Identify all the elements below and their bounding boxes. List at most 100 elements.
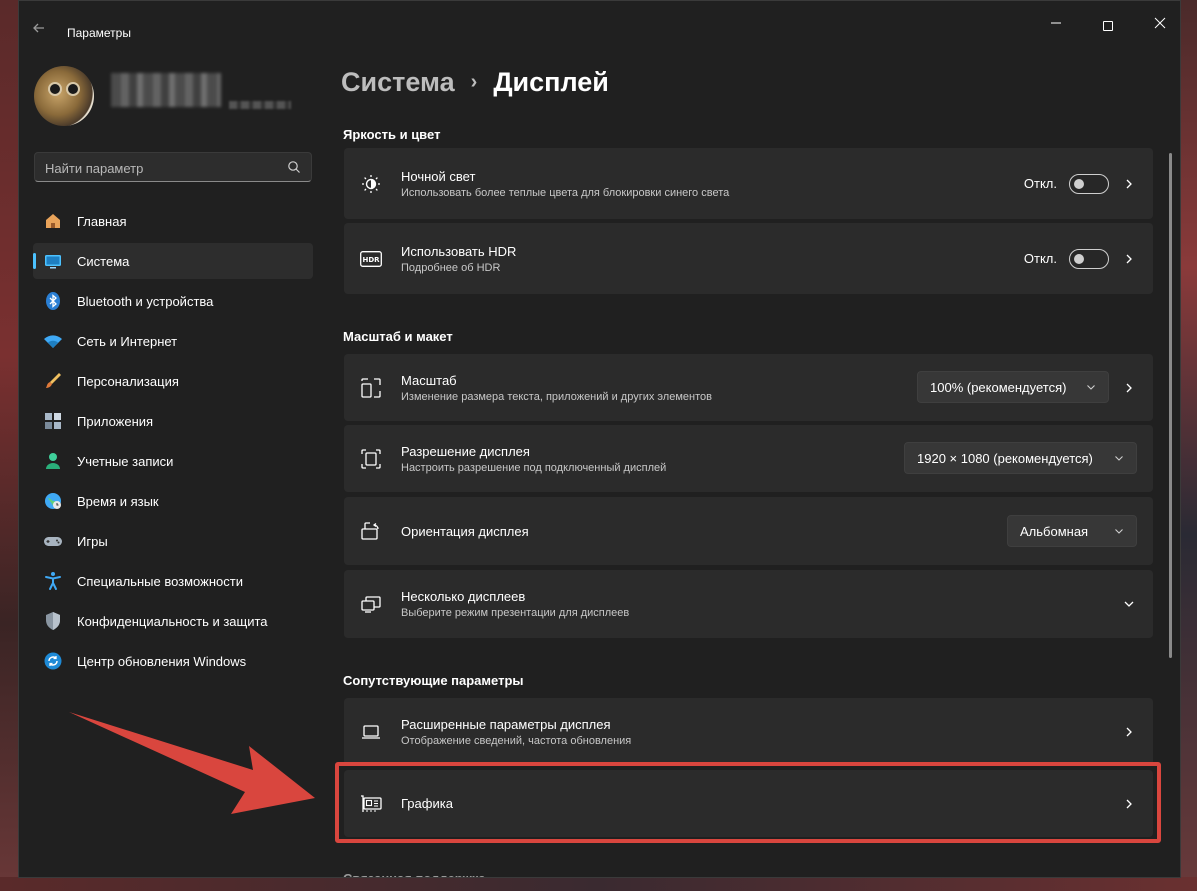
sidebar-item-personalization[interactable]: Персонализация (33, 363, 313, 399)
night-light-card[interactable]: Ночной свет Использовать более теплые цв… (344, 148, 1153, 219)
hdr-icon: HDR (360, 248, 382, 270)
section-title-related-support: Связанная поддержка (343, 870, 486, 877)
chevron-right-icon[interactable] (1123, 253, 1135, 265)
sidebar-item-system[interactable]: Система (33, 243, 313, 279)
sidebar-item-network[interactable]: Сеть и Интернет (33, 323, 313, 359)
orientation-card[interactable]: Ориентация дисплея Альбомная (344, 497, 1153, 565)
maximize-button[interactable] (1093, 11, 1123, 39)
multiple-displays-text: Несколько дисплеев Выберите режим презен… (401, 589, 629, 619)
user-avatar[interactable] (34, 66, 94, 126)
sidebar-item-bluetooth[interactable]: Bluetooth и устройства (33, 283, 313, 319)
orientation-title: Ориентация дисплея (401, 523, 529, 539)
advanced-display-subtitle: Отображение сведений, частота обновления (401, 734, 632, 747)
orientation-text: Ориентация дисплея (401, 524, 529, 539)
resolution-dropdown[interactable]: 1920 × 1080 (рекомендуется) (904, 442, 1137, 474)
scale-card[interactable]: Масштаб Изменение размера текста, прилож… (344, 354, 1153, 421)
orientation-dropdown-value: Альбомная (1020, 523, 1089, 539)
title-bar: Параметры (19, 1, 1180, 49)
orientation-icon (360, 520, 382, 542)
gamepad-icon (43, 531, 63, 551)
breadcrumb-separator: › (470, 71, 478, 93)
multiple-displays-title: Несколько дисплеев (401, 589, 526, 604)
bluetooth-icon (43, 291, 63, 311)
apps-icon (43, 411, 63, 431)
scrollbar[interactable] (1169, 153, 1172, 658)
sidebar-item-apps[interactable]: Приложения (33, 403, 313, 439)
hdr-subtitle[interactable]: Подробнее об HDR (401, 262, 516, 274)
laptop-icon (360, 721, 382, 743)
chevron-down-icon (1115, 456, 1123, 461)
graphics-text: Графика (401, 796, 453, 811)
scale-text: Масштаб Изменение размера текста, прилож… (401, 373, 712, 403)
multiple-displays-subtitle: Выберите режим презентации для дисплеев (401, 607, 630, 619)
svg-text:HDR: HDR (362, 256, 380, 264)
globe-icon (43, 491, 63, 511)
night-light-state: Откл. (1023, 176, 1057, 191)
close-button[interactable] (1145, 11, 1175, 39)
advanced-display-card[interactable]: Расширенные параметры дисплея Отображени… (344, 698, 1153, 765)
resolution-subtitle: Настроить разрешение под подключенный ди… (401, 461, 667, 474)
graphics-card[interactable]: Графика (344, 770, 1153, 837)
minimize-button[interactable] (1041, 11, 1071, 39)
section-title-brightness: Яркость и цвет (343, 127, 441, 142)
chevron-right-icon[interactable] (1123, 382, 1135, 394)
section-title-related: Сопутствующие параметры (343, 673, 524, 688)
shield-icon (43, 611, 63, 631)
search-box[interactable] (34, 152, 312, 182)
sidebar-item-home[interactable]: Главная (33, 203, 313, 239)
sidebar-nav: Главная Система Bluetooth и устройства С… (33, 203, 313, 683)
annotation-arrow (69, 712, 315, 814)
chevron-down-icon[interactable] (1123, 598, 1135, 610)
hdr-title: Использовать HDR (401, 243, 517, 259)
resolution-card[interactable]: Разрешение дисплея Настроить разрешение … (344, 425, 1153, 492)
resolution-title: Разрешение дисплея (401, 443, 530, 459)
night-light-title: Ночной свет (401, 168, 476, 184)
sidebar-item-gaming[interactable]: Игры (33, 523, 313, 559)
scale-dropdown-value: 100% (рекомендуется) (930, 379, 1067, 395)
multiple-displays-card[interactable]: Несколько дисплеев Выберите режим презен… (344, 570, 1153, 638)
resolution-icon (360, 448, 382, 470)
scale-icon (360, 377, 382, 399)
multiple-displays-icon (360, 593, 382, 615)
breadcrumb: Система › Дисплей (341, 67, 609, 98)
graphics-title: Графика (401, 796, 453, 811)
sidebar-item-windows-update[interactable]: Центр обновления Windows (33, 643, 313, 679)
hdr-text: Использовать HDR Подробнее об HDR (401, 244, 516, 274)
back-arrow-icon[interactable] (31, 21, 47, 37)
accessibility-icon (43, 571, 63, 591)
search-icon[interactable] (287, 160, 301, 174)
resolution-text: Разрешение дисплея Настроить разрешение … (401, 444, 666, 474)
sidebar-item-accessibility[interactable]: Специальные возможности (33, 563, 313, 599)
chevron-right-icon[interactable] (1123, 726, 1135, 738)
advanced-display-text: Расширенные параметры дисплея Отображени… (401, 717, 631, 747)
night-light-toggle[interactable] (1069, 173, 1109, 194)
resolution-dropdown-value: 1920 × 1080 (рекомендуется) (917, 450, 1093, 466)
night-light-subtitle: Использовать более теплые цвета для блок… (401, 186, 730, 199)
hdr-state: Откл. (1023, 251, 1057, 266)
app-title: Параметры (67, 26, 131, 40)
wifi-icon (43, 331, 63, 351)
sidebar-item-accounts[interactable]: Учетные записи (33, 443, 313, 479)
chevron-right-icon[interactable] (1123, 798, 1135, 810)
system-icon (43, 251, 63, 271)
home-icon (43, 211, 63, 231)
desktop-background-bottom (0, 877, 1197, 891)
scale-dropdown[interactable]: 100% (рекомендуется) (917, 371, 1109, 403)
hdr-toggle[interactable] (1069, 248, 1109, 269)
chevron-down-icon (1087, 385, 1095, 390)
night-light-icon (360, 173, 382, 195)
blurred-email (229, 101, 291, 109)
sidebar-item-privacy[interactable]: Конфиденциальность и защита (33, 603, 313, 639)
sidebar-item-time-language[interactable]: Время и язык (33, 483, 313, 519)
account-icon (43, 451, 63, 471)
scale-subtitle: Изменение размера текста, приложений и д… (401, 390, 712, 403)
chevron-down-icon (1115, 529, 1123, 534)
desktop-background-right (1181, 0, 1197, 891)
brush-icon (43, 371, 63, 391)
orientation-dropdown[interactable]: Альбомная (1007, 515, 1137, 547)
hdr-card[interactable]: HDR Использовать HDR Подробнее об HDR От… (344, 223, 1153, 294)
settings-window: Параметры Главная Система (18, 0, 1181, 878)
chevron-right-icon[interactable] (1123, 178, 1135, 190)
breadcrumb-parent[interactable]: Система (341, 67, 455, 98)
search-input[interactable] (45, 159, 275, 177)
